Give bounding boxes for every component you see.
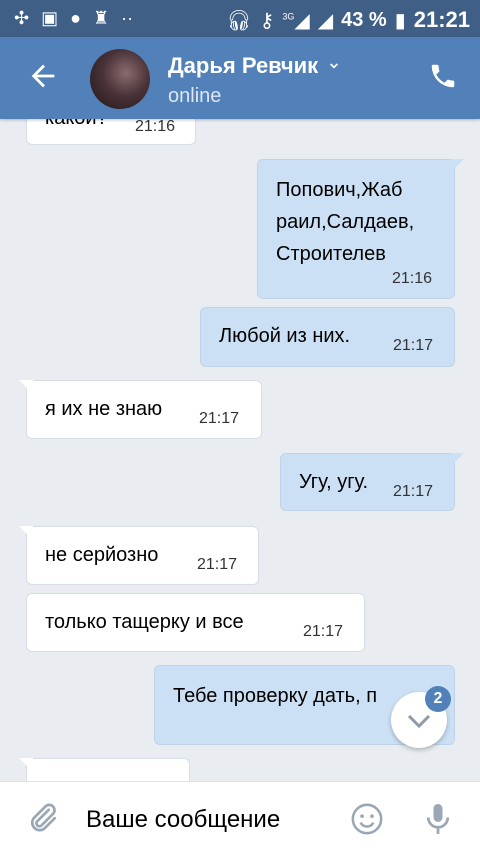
message-incoming[interactable]: [19, 758, 190, 781]
message-text: Любой из них.: [219, 325, 351, 347]
message-text: не серйозно: [45, 544, 159, 566]
message-time: 21:17: [303, 623, 344, 640]
clock: 21:21: [413, 7, 470, 32]
unread-badge: 2: [425, 686, 451, 712]
message-time: 21:17: [393, 483, 434, 500]
message-time: 21:16: [392, 270, 433, 287]
message-incoming[interactable]: не серйозно 21:17: [19, 526, 259, 585]
phone-icon[interactable]: [428, 61, 458, 91]
chat-header: Дарья Ревчик online: [0, 37, 480, 119]
message-list[interactable]: какой? 21:16 Попович,Жаб раил,Салдаев, С…: [0, 119, 480, 781]
bubble-tail: [450, 159, 464, 173]
message-incoming[interactable]: только тащерку и все 21:17: [26, 593, 365, 652]
message-text-line: раил,Салдаев,: [276, 211, 415, 233]
message-text: какой?: [45, 119, 108, 134]
bubble-tail: [19, 526, 33, 540]
game-icon: ♜: [92, 8, 110, 28]
contact-name[interactable]: Дарья Ревчик: [168, 53, 342, 79]
message-time: 21:17: [197, 556, 238, 573]
battery-percent: 43 %: [341, 8, 387, 31]
bubble-tail: [450, 666, 454, 679]
back-arrow-icon[interactable]: [26, 59, 60, 93]
message-composer: Ваше сообщение: [0, 781, 480, 855]
chevron-down-icon: [330, 63, 339, 69]
status-bar: ✣ ▣ ● ♜ ·· 🎧︎ ⚷ 3G◢ ◢ 43 % ▮ 21:21: [0, 0, 480, 37]
message-text: только тащерку и все: [45, 611, 244, 633]
bubble-tail: [19, 758, 33, 772]
message-outgoing[interactable]: Любой из них. 21:17: [200, 307, 455, 367]
key-icon: ⚷: [259, 9, 275, 32]
microphone-icon[interactable]: [420, 800, 456, 838]
system-icons: 🎧︎ ⚷ 3G◢ ◢ 43 % ▮ 21:21: [226, 7, 470, 33]
message-outgoing[interactable]: Угу, угу. 21:17: [280, 453, 464, 511]
headphones-icon: 🎧︎: [226, 9, 252, 32]
message-time: 21:16: [135, 119, 176, 135]
attach-icon[interactable]: [24, 800, 60, 836]
message-text: я их не знаю: [45, 398, 163, 420]
message-text-line: Строителев: [276, 243, 386, 265]
message-text-line: Попович,Жаб: [276, 179, 403, 201]
more-notifications-icon: ··: [121, 8, 134, 28]
emoji-icon[interactable]: [350, 802, 384, 836]
signal-icon: 3G◢: [282, 9, 310, 32]
signal-2-icon: ◢: [317, 9, 334, 32]
gallery-icon: ▣: [41, 8, 59, 28]
sync-icon: ✣: [14, 8, 30, 28]
message-incoming[interactable]: я их не знаю 21:17: [19, 380, 262, 439]
battery-icon: ▮: [394, 9, 406, 32]
message-input[interactable]: Ваше сообщение: [86, 806, 280, 834]
message-text: Угу, угу.: [299, 471, 369, 493]
avatar[interactable]: [90, 49, 150, 109]
message-text: Тебе проверку дать, п: [173, 685, 378, 707]
notification-icons: ✣ ▣ ● ♜ ··: [14, 8, 133, 29]
online-status: online: [168, 85, 222, 107]
message-time: 21:17: [199, 410, 240, 427]
message-outgoing[interactable]: Попович,Жаб раил,Салдаев, Строителев 21:…: [257, 159, 464, 299]
message-time: 21:17: [393, 337, 434, 354]
bubble-tail: [450, 453, 464, 467]
message-incoming[interactable]: какой? 21:16: [26, 119, 196, 145]
chat-notification-icon: ●: [70, 8, 81, 28]
bubble-tail: [19, 380, 33, 394]
